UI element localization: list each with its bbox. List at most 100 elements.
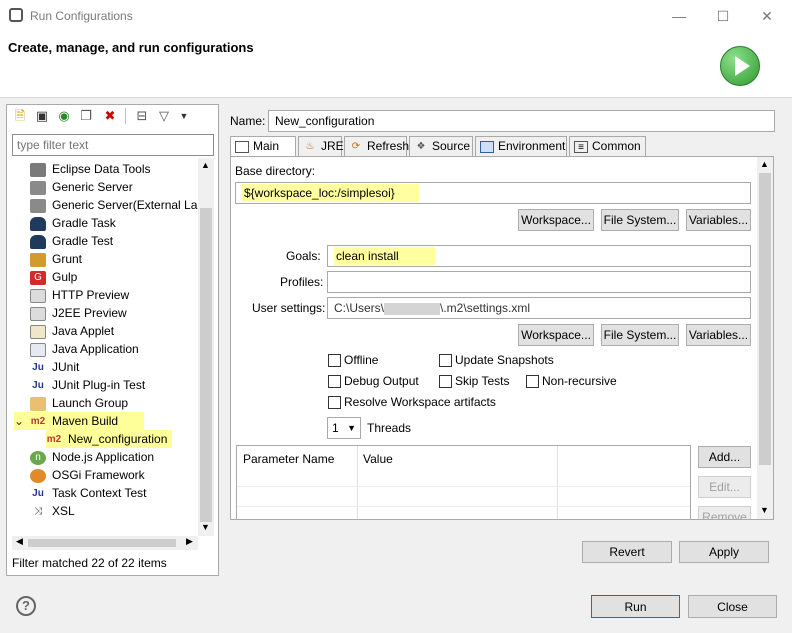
resolve-workspace-checkbox[interactable] [328, 396, 341, 409]
threads-select[interactable]: 1 ▼ [327, 417, 361, 439]
tree-item-grunt[interactable]: Grunt [30, 250, 82, 268]
tree-item-generic-server-external-laur[interactable]: Generic Server(External Laur [30, 196, 208, 214]
main-scroll-thumb[interactable] [759, 173, 771, 465]
tree-item-label: Generic Server [52, 180, 133, 194]
tree-horizontal-scrollbar[interactable]: ◀ ▶ [12, 536, 198, 550]
xsl-icon: ⤨ [34, 505, 42, 517]
edit-parameter-button[interactable]: Edit... [698, 476, 751, 498]
duplicate-icon[interactable]: ❐ [78, 108, 94, 124]
scroll-left-arrow[interactable]: ◀ [16, 536, 23, 547]
tab-jre[interactable]: ♨ JRE [298, 136, 344, 156]
apply-button[interactable]: Apply [679, 541, 769, 563]
minimize-button[interactable]: — [664, 6, 694, 26]
filter-input[interactable] [12, 134, 214, 156]
export-icon[interactable]: ◉ [56, 108, 72, 124]
tab-environment[interactable]: Environment [475, 136, 567, 156]
main-scroll-down-arrow[interactable]: ▼ [760, 505, 769, 515]
tree-item-java-application[interactable]: Java Application [30, 340, 139, 358]
tab-source[interactable]: ❖ Source [409, 136, 473, 156]
new-prototype-icon[interactable]: ▣ [34, 108, 50, 124]
maximize-button[interactable]: ☐ [708, 6, 738, 26]
main-vertical-scrollbar[interactable]: ▲ ▼ [757, 157, 773, 519]
tree-item-gradle-test[interactable]: Gradle Test [30, 232, 113, 250]
tree-item-new-configuration[interactable]: m2 New_configuration [46, 430, 172, 448]
tree-item-osgi-framework[interactable]: OSGi Framework [30, 466, 145, 484]
close-window-button[interactable]: ✕ [752, 6, 782, 26]
tab-refresh-label: Refresh [367, 139, 410, 153]
tree-item-generic-server[interactable]: Generic Server [30, 178, 133, 196]
tree-item-maven-build[interactable]: ⌄ m2 Maven Build [14, 412, 144, 430]
settings-filesystem-button[interactable]: File System... [601, 324, 679, 346]
tree-item-gradle-task[interactable]: Gradle Task [30, 214, 116, 232]
gradle-test-icon [30, 234, 46, 249]
tree-item-node-js-application[interactable]: n Node.js Application [30, 448, 154, 466]
j2ee-preview-icon [30, 306, 46, 321]
http-preview-icon [30, 288, 46, 303]
tree-item-launch-group[interactable]: Launch Group [30, 394, 128, 412]
base-filesystem-button[interactable]: File System... [601, 209, 679, 231]
non-recursive-checkbox[interactable] [526, 375, 539, 388]
tree-item-label: XSL [52, 504, 75, 518]
param-value-header[interactable]: Value [363, 452, 393, 466]
name-input[interactable]: New_configuration [268, 110, 775, 132]
tree-item-label: Eclipse Data Tools [52, 162, 151, 176]
threads-label: Threads [367, 421, 412, 435]
filter-status: Filter matched 22 of 22 items [12, 556, 167, 570]
add-parameter-button[interactable]: Add... [698, 446, 751, 468]
close-button[interactable]: Close [688, 595, 777, 618]
param-name-header[interactable]: Parameter Name [243, 452, 334, 466]
tree-item-gulp[interactable]: G Gulp [30, 268, 77, 286]
filter-icon[interactable]: ▽ [156, 108, 172, 124]
tree-item-label: Gulp [52, 270, 78, 284]
tab-main[interactable]: Main [230, 136, 296, 157]
user-settings-input[interactable]: C:\Users\ \.m2\settings.xml [327, 297, 751, 319]
scroll-right-arrow[interactable]: ▶ [186, 536, 193, 547]
tree-vertical-scrollbar[interactable]: ▲ ▼ [198, 158, 214, 536]
base-variables-button[interactable]: Variables... [686, 209, 751, 231]
run-button[interactable]: Run [591, 595, 680, 618]
settings-variables-button[interactable]: Variables... [686, 324, 751, 346]
offline-label: Offline [344, 353, 379, 367]
base-workspace-button[interactable]: Workspace... [518, 209, 594, 231]
offline-checkbox[interactable] [328, 354, 341, 367]
dropdown-icon[interactable]: ▼ [176, 108, 192, 124]
settings-workspace-button[interactable]: Workspace... [518, 324, 594, 346]
tree-item-task-context-test[interactable]: Ju Task Context Test [30, 484, 146, 502]
tree-item-label: HTTP Preview [52, 288, 130, 302]
tree-item-junit[interactable]: Ju JUnit [30, 358, 79, 376]
scroll-thumb[interactable] [200, 208, 212, 522]
tab-refresh[interactable]: ⟳ Refresh [344, 136, 410, 156]
refresh-icon: ⟳ [351, 140, 361, 152]
revert-button[interactable]: Revert [582, 541, 672, 563]
tree-item-j2ee-preview[interactable]: J2EE Preview [30, 304, 127, 322]
collapse-all-icon[interactable]: ⊟ [134, 108, 150, 124]
goals-input[interactable]: clean install [327, 245, 751, 267]
parameters-table[interactable]: Parameter Name Value [236, 445, 691, 520]
scroll-down-arrow[interactable]: ▼ [201, 522, 210, 532]
tree-item-java-applet[interactable]: Java Applet [30, 322, 114, 340]
scroll-h-thumb[interactable] [28, 539, 176, 547]
tree-item-junit-plug-in-test[interactable]: Ju JUnit Plug-in Test [30, 376, 145, 394]
remove-parameter-button[interactable]: Remove [698, 506, 751, 519]
update-snapshots-checkbox[interactable] [439, 354, 452, 367]
dialog-subtitle: Create, manage, and run configurations [8, 40, 254, 55]
tree-item-xsl[interactable]: ⤨ XSL [30, 502, 75, 520]
base-directory-label: Base directory: [235, 164, 316, 178]
tab-common[interactable]: ≡ Common [569, 136, 646, 156]
tree-item-label: OSGi Framework [52, 468, 145, 482]
table-row-divider [237, 506, 690, 507]
tree-item-eclipse-data-tools[interactable]: Eclipse Data Tools [30, 160, 151, 178]
skip-tests-label: Skip Tests [455, 374, 510, 388]
skip-tests-checkbox[interactable] [439, 375, 452, 388]
tree-item-http-preview[interactable]: HTTP Preview [30, 286, 129, 304]
main-scroll-up-arrow[interactable]: ▲ [760, 159, 769, 169]
scroll-up-arrow[interactable]: ▲ [201, 160, 210, 170]
expand-chevron-icon[interactable]: ⌄ [14, 412, 26, 430]
new-config-icon[interactable]: 🗎 [12, 108, 28, 124]
delete-icon[interactable]: ✖ [102, 108, 118, 124]
base-directory-input[interactable]: ${workspace_loc:/simplesoi} [235, 182, 751, 204]
debug-output-checkbox[interactable] [328, 375, 341, 388]
profiles-input[interactable] [327, 271, 751, 293]
tree-item-label: J2EE Preview [52, 306, 127, 320]
help-icon[interactable]: ? [16, 596, 36, 616]
